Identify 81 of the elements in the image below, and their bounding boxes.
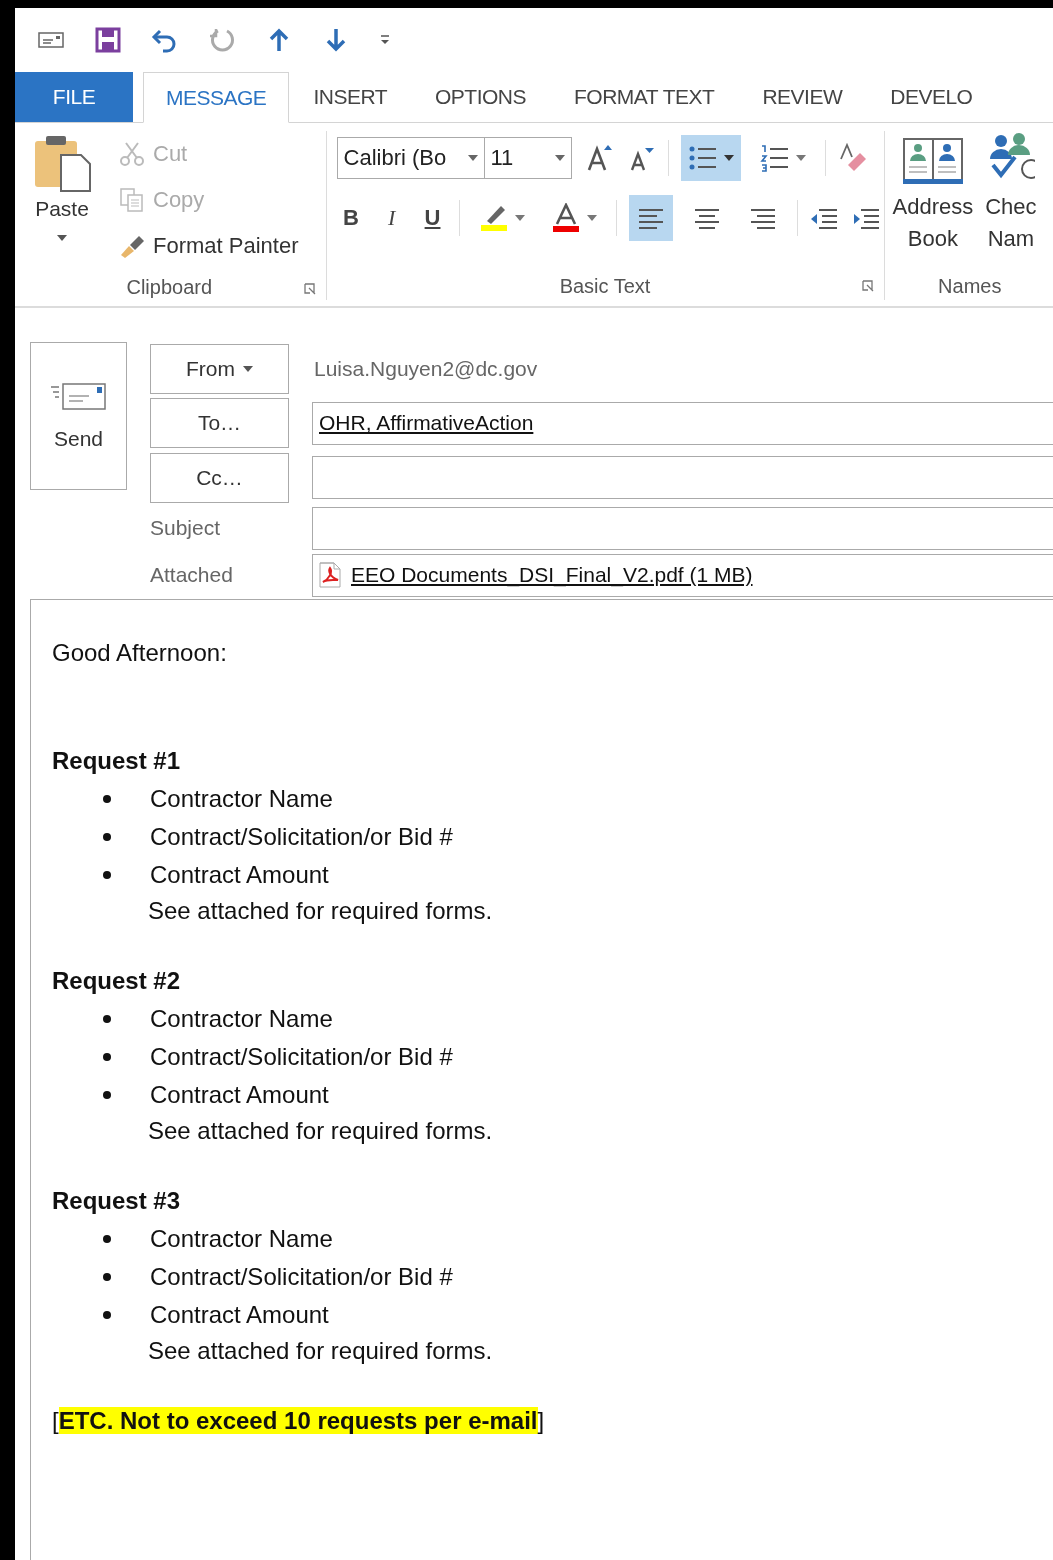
ribbon-tab[interactable]: FILE: [15, 72, 133, 122]
align-button[interactable]: [628, 195, 673, 241]
ribbon-tab[interactable]: DEVELO: [866, 72, 997, 122]
bullet-icon: [102, 794, 112, 804]
font-style-button[interactable]: I: [377, 198, 407, 238]
paste-button[interactable]: Paste: [21, 123, 103, 269]
to-field[interactable]: OHR, AffirmativeAction: [312, 401, 1053, 445]
attachment-field[interactable]: EEO Documents_DSI_Final_V2.pdf (1 MB): [312, 554, 1053, 597]
body-text: See attached for required forms.: [147, 1336, 494, 1366]
caret-icon: [243, 366, 253, 373]
list-item: Contract Amount: [150, 860, 329, 890]
group-label: Basic Text: [559, 274, 651, 298]
numbered-list-icon: [759, 143, 790, 173]
body-text: See attached for required forms.: [147, 896, 494, 926]
from-button[interactable]: From: [150, 344, 289, 395]
customize-caret-icon[interactable]: [379, 34, 391, 46]
attachment-link[interactable]: EEO Documents_DSI_Final_V2.pdf (1 MB): [351, 563, 753, 588]
group-label: Names: [938, 274, 1002, 298]
clipboard-tool-button[interactable]: Format Painter: [115, 223, 303, 269]
request-heading: Request #3: [52, 1186, 182, 1216]
caret-icon: [514, 215, 525, 221]
subject-label: Subject: [150, 516, 222, 541]
bullet-icon: [102, 1272, 112, 1282]
ribbon-tab[interactable]: OPTIONS: [411, 72, 551, 122]
list-item: Contractor Name: [150, 784, 333, 814]
caret-icon: [586, 215, 597, 221]
font-size-combo[interactable]: 11: [484, 137, 572, 179]
ribbon-tab[interactable]: MESSAGE: [143, 72, 290, 123]
body-text: Good Afternoon:: [52, 638, 228, 668]
cc-field[interactable]: [312, 456, 1053, 500]
caret-icon: [467, 155, 478, 161]
highlighter-icon: [478, 203, 509, 233]
ribbon-tab[interactable]: INSERT: [289, 72, 411, 122]
body-text: See attached for required forms.: [147, 1116, 494, 1146]
list-item: Contractor Name: [150, 1224, 333, 1254]
bullet-icon: [102, 1090, 112, 1100]
bullet-icon: [102, 832, 112, 842]
caret-icon: [723, 155, 734, 161]
ribbon-tab[interactable]: REVIEW: [738, 72, 867, 122]
list-item: Contract/Solicitation/or Bid #: [150, 1042, 453, 1072]
request-heading: Request #1: [52, 746, 182, 776]
attached-label: Attached: [150, 563, 234, 588]
bullet-icon: [102, 1052, 112, 1062]
save-icon[interactable]: [94, 26, 122, 54]
paintbrush-icon: [119, 233, 145, 259]
message-body[interactable]: [30, 599, 1053, 1560]
sender-address: Luisa.Nguyen2@dc.gov: [314, 357, 538, 382]
ribbon-tab[interactable]: FORMAT TEXT: [550, 72, 739, 122]
caret-icon: [554, 155, 565, 161]
font-style-button[interactable]: B: [336, 198, 366, 238]
pdf-file-icon: [319, 562, 341, 589]
bullet-icon: [102, 870, 112, 880]
list-item: Contract Amount: [150, 1080, 329, 1110]
envelope-icon: [48, 381, 109, 413]
clipboard-icon: [32, 133, 92, 193]
names-button[interactable]: Address Book: [886, 131, 980, 266]
font-color-icon: [550, 203, 581, 233]
bullets-button[interactable]: [680, 135, 741, 181]
to-button[interactable]: To…: [150, 398, 289, 449]
scissors-icon: [119, 141, 145, 167]
subject-field[interactable]: [312, 506, 1053, 550]
bullet-icon: [102, 1014, 112, 1024]
caret-icon: [795, 155, 806, 161]
cc-button[interactable]: Cc…: [150, 452, 289, 503]
caret-icon: [57, 235, 67, 241]
send-button[interactable]: Send: [30, 342, 127, 490]
bullet-icon: [102, 1310, 112, 1320]
eraser-icon[interactable]: [837, 143, 868, 173]
bullet-icon: [102, 1234, 112, 1244]
dialog-launcher-icon[interactable]: [303, 283, 316, 295]
list-item: Contract/Solicitation/or Bid #: [150, 822, 453, 852]
list-item: Contractor Name: [150, 1004, 333, 1034]
copy-icon: [119, 187, 145, 213]
list-item: Contract/Solicitation/or Bid #: [150, 1262, 453, 1292]
group-label: Clipboard: [126, 276, 213, 299]
request-heading: Request #2: [52, 966, 182, 996]
list-item: Contract Amount: [150, 1300, 329, 1330]
names-button[interactable]: Chec Nam: [979, 131, 1043, 266]
font-name-combo[interactable]: Calibri (Bo: [336, 137, 485, 179]
dialog-launcher-icon[interactable]: [861, 280, 874, 292]
font-style-button[interactable]: U: [418, 198, 447, 238]
